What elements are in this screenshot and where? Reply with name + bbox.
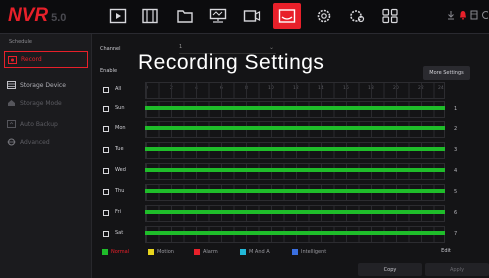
user-icon[interactable] xyxy=(482,10,489,23)
row-checkbox[interactable] xyxy=(103,210,109,216)
m-and-a-swatch xyxy=(240,249,246,255)
row-checkbox[interactable] xyxy=(103,147,109,153)
row-label: Sat xyxy=(115,230,124,236)
camera-icon[interactable] xyxy=(242,7,262,25)
more-settings-button[interactable]: More Settings xyxy=(423,66,470,80)
sidebar-item-label: Storage Device xyxy=(20,81,66,89)
sidebar-item-label: Storage Mode xyxy=(20,99,62,107)
legend-label: Intelligent xyxy=(301,249,327,255)
storage-mode-icon xyxy=(7,99,16,108)
recording-settings-panel: Channel 1 ⌄ Enable Recording Settings Mo… xyxy=(92,34,489,278)
schedule-row-mon: Mon 2 xyxy=(100,120,478,139)
row-number: 4 xyxy=(454,168,458,174)
alarm-swatch xyxy=(194,249,200,255)
legend-label: Alarm xyxy=(203,249,218,255)
backup-icon xyxy=(7,120,16,129)
row-label: Fri xyxy=(115,209,121,215)
download-icon[interactable] xyxy=(447,10,455,23)
channel-value: 1 xyxy=(179,44,183,50)
row-checkbox[interactable] xyxy=(103,231,109,237)
channel-label: Channel xyxy=(100,46,121,52)
settings-icon[interactable] xyxy=(314,7,334,25)
normal-record-bar xyxy=(145,189,445,193)
enable-label: Enable xyxy=(100,68,118,74)
row-number: 6 xyxy=(454,210,458,216)
legend-label: M And A xyxy=(249,249,270,255)
row-number: 1 xyxy=(454,106,458,112)
schedule-row-all: All xyxy=(100,81,478,100)
legend-motion: Motion xyxy=(148,248,174,256)
row-checkbox[interactable] xyxy=(103,87,109,93)
legend-label: Normal xyxy=(111,249,130,255)
legend-label: Motion xyxy=(157,249,174,255)
logo-text: NVR xyxy=(8,5,49,26)
row-label: Thu xyxy=(115,188,125,194)
version-label: 5.0 xyxy=(51,12,67,24)
sidebar-item-label: Record xyxy=(21,56,42,63)
sidebar-item-storage-device[interactable]: Storage Device xyxy=(4,78,88,92)
schedule-row-thu: Thu 5 xyxy=(100,183,478,202)
top-navigation-bar: NVR 5.0 xyxy=(0,0,489,34)
file-icon[interactable] xyxy=(175,7,195,25)
edit-button[interactable]: Edit xyxy=(414,244,478,257)
row-label: All xyxy=(115,86,122,92)
nvr-logo: NVR 5.0 xyxy=(8,4,66,30)
row-number: 7 xyxy=(454,231,458,237)
schedule-row-wed: Wed 4 xyxy=(100,162,478,181)
row-checkbox[interactable] xyxy=(103,126,109,132)
sidebar-item-auto-backup[interactable]: Auto Backup xyxy=(4,117,88,131)
row-label: Sun xyxy=(115,105,125,111)
normal-record-bar xyxy=(145,168,445,172)
legend-alarm: Alarm xyxy=(194,248,218,256)
chevron-down-icon: ⌄ xyxy=(268,44,274,51)
intelligent-swatch xyxy=(292,249,298,255)
legend-m-and-a: M And A xyxy=(240,248,270,256)
normal-swatch xyxy=(102,249,108,255)
schedule-row-sat: Sat 7 xyxy=(100,225,478,244)
sidebar-title: Schedule xyxy=(9,39,32,45)
row-number: 3 xyxy=(454,147,458,153)
row-number: 2 xyxy=(454,126,458,132)
alarm-icon[interactable] xyxy=(459,10,467,23)
apply-button[interactable]: Apply xyxy=(425,263,489,276)
record-icon[interactable] xyxy=(273,3,301,29)
row-label: Wed xyxy=(115,167,126,173)
row-checkbox[interactable] xyxy=(103,189,109,195)
row-checkbox[interactable] xyxy=(103,106,109,112)
schedule-row-tue: Tue 3 xyxy=(100,141,478,160)
advanced-icon xyxy=(7,138,16,147)
sidebar-item-record[interactable]: Record xyxy=(4,51,88,68)
row-label: Tue xyxy=(115,146,124,152)
storage-icon[interactable] xyxy=(470,10,478,23)
sidebar-item-advanced[interactable]: Advanced xyxy=(4,135,88,149)
page-title: Recording Settings xyxy=(138,51,325,74)
normal-record-bar xyxy=(145,106,445,110)
motion-swatch xyxy=(148,249,154,255)
normal-record-bar xyxy=(145,210,445,214)
storage-device-icon xyxy=(7,81,16,90)
sidebar-item-storage-mode[interactable]: Storage Mode xyxy=(4,96,88,110)
row-checkbox[interactable] xyxy=(103,168,109,174)
normal-record-bar xyxy=(145,147,445,151)
schedule-row-sun: Sun 1 xyxy=(100,100,478,119)
row-label: Mon xyxy=(115,125,126,131)
live-view-icon[interactable] xyxy=(108,7,128,25)
normal-record-bar xyxy=(145,231,445,235)
row-number: 5 xyxy=(454,189,458,195)
network-icon[interactable] xyxy=(208,7,228,25)
sidebar-item-label: Auto Backup xyxy=(20,120,58,128)
record-icon xyxy=(8,55,17,64)
system-icon[interactable] xyxy=(347,7,367,25)
sidebar: Schedule Record Storage Device Storage M… xyxy=(0,34,92,278)
schedule-row-fri: Fri 6 xyxy=(100,204,478,223)
sidebar-item-label: Advanced xyxy=(20,138,50,146)
legend-normal: Normal xyxy=(102,248,129,256)
apps-icon[interactable] xyxy=(380,7,400,25)
legend-intelligent: Intelligent xyxy=(292,248,326,256)
normal-record-bar xyxy=(145,126,445,130)
playback-icon[interactable] xyxy=(140,7,160,25)
copy-button[interactable]: Copy xyxy=(358,263,422,276)
schedule-timeline[interactable] xyxy=(145,82,445,99)
